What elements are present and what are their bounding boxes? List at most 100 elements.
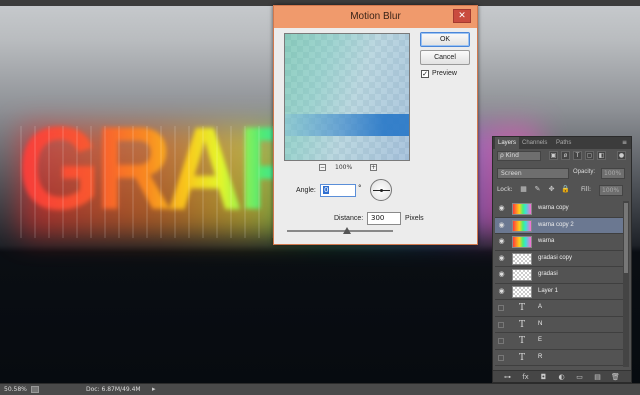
eye-icon[interactable]: ◉ — [497, 271, 506, 278]
link-layers-icon[interactable]: ⊶ — [503, 373, 512, 381]
text-layer-icon: T — [518, 319, 525, 330]
filter-type-icon[interactable]: T — [573, 151, 582, 160]
eye-icon[interactable]: ◉ — [497, 238, 506, 245]
zoom-value[interactable]: 50.58% — [4, 386, 27, 393]
degree-symbol: ° — [358, 184, 362, 192]
layers-scrollbar[interactable] — [623, 201, 629, 367]
layer-thumbnail — [512, 269, 532, 281]
layers-scrollbar-thumb[interactable] — [624, 203, 628, 273]
filter-shape-icon[interactable]: ▢ — [585, 151, 594, 160]
preview-image — [285, 34, 409, 160]
lock-position-icon[interactable]: ✥ — [547, 185, 556, 194]
tab-paths[interactable]: Paths — [553, 137, 574, 149]
layer-row[interactable]: ◉ warna copy 2 — [495, 217, 623, 234]
layer-row[interactable]: ◉ gradasi copy — [495, 251, 623, 267]
lock-transparency-icon[interactable]: ▦ — [519, 185, 528, 194]
layer-name: E — [538, 337, 543, 343]
visibility-off-box[interactable] — [498, 321, 504, 328]
zoom-in-button[interactable]: + — [370, 164, 377, 171]
dialog-titlebar[interactable]: Motion Blur ✕ — [274, 6, 477, 28]
layer-name: N — [538, 320, 543, 327]
motion-blur-dialog: Motion Blur ✕ − 100% + OK Cancel ✓ Previ… — [273, 5, 478, 245]
layers-panel: Layers Channels Paths ≡ ρ Kind ▣ ø T ▢ ◧… — [492, 136, 632, 383]
layer-thumbnail — [512, 236, 532, 248]
eye-icon[interactable]: ◉ — [497, 205, 506, 212]
text-layer-icon: T — [518, 336, 525, 346]
angle-value: 0 — [323, 186, 330, 194]
lock-pixels-icon[interactable]: ✎ — [533, 185, 542, 194]
layer-row[interactable]: TA — [495, 300, 623, 317]
panel-menu-icon[interactable]: ≡ — [622, 139, 627, 146]
layer-row[interactable]: ◉ warna — [495, 234, 623, 251]
layer-name: Layer 1 — [538, 287, 559, 294]
layers-footer: ⊶ fx ◘ ◐ ▭ ▤ 🗑 — [493, 370, 631, 382]
blend-mode-select[interactable]: Screen — [497, 168, 569, 179]
status-menu-arrow-icon[interactable]: ▸ — [152, 385, 156, 393]
visibility-off-box[interactable] — [498, 305, 504, 311]
cancel-button[interactable]: Cancel — [420, 50, 470, 65]
ok-button[interactable]: OK — [420, 32, 470, 47]
layer-name: warna — [538, 238, 555, 244]
preview-blue-band — [285, 114, 409, 136]
layer-list: ◉ warna copy ◉ warna copy 2 ◉ warna ◉ gradasi c… — [495, 201, 623, 367]
new-group-icon[interactable]: ▭ — [575, 373, 584, 381]
status-bar: 50.58% Doc: 6.87M/49.4M ▸ — [0, 383, 640, 395]
layer-name: warna copy 2 — [538, 221, 574, 228]
doc-size: Doc: 6.87M/49.4M — [86, 386, 141, 393]
distance-slider-track[interactable] — [287, 230, 393, 232]
add-mask-icon[interactable]: ◘ — [539, 373, 548, 381]
angle-dial[interactable] — [370, 179, 392, 201]
distance-input[interactable]: 300 — [367, 212, 401, 225]
filter-kind-select[interactable]: ρ Kind — [497, 151, 541, 161]
layer-name: R — [538, 353, 543, 360]
layer-row[interactable]: ◉ Layer 1 — [495, 284, 623, 300]
layer-filter-row: ρ Kind ▣ ø T ▢ ◧ ● — [495, 151, 631, 162]
distance-unit: Pixels — [405, 215, 424, 222]
layer-row[interactable]: ◉ warna copy — [495, 201, 623, 218]
layer-row[interactable]: TN — [495, 317, 623, 333]
distance-slider-thumb[interactable] — [343, 227, 351, 234]
layer-thumbnail — [512, 219, 532, 232]
panel-tabs: Layers Channels Paths ≡ — [493, 137, 631, 149]
filter-preview[interactable] — [284, 33, 410, 161]
zoom-level: 100% — [335, 164, 353, 171]
zoom-out-button[interactable]: − — [319, 164, 326, 171]
close-button[interactable]: ✕ — [453, 9, 471, 23]
lock-row: Lock: ▦ ✎ ✥ 🔒 Fill: 100% — [495, 185, 631, 197]
visibility-off-box[interactable] — [498, 338, 504, 344]
preview-label: Preview — [432, 70, 457, 77]
text-layer-icon: T — [518, 352, 525, 363]
status-info-icon[interactable] — [31, 386, 39, 393]
new-layer-icon[interactable]: ▤ — [593, 373, 602, 381]
lock-all-icon[interactable]: 🔒 — [561, 185, 570, 194]
preview-checkbox[interactable]: ✓ — [421, 70, 429, 78]
layer-thumbnail — [512, 203, 532, 215]
layer-style-icon[interactable]: fx — [521, 373, 530, 381]
layer-row[interactable]: TE — [495, 333, 623, 350]
layer-name: A — [538, 304, 543, 310]
eye-icon[interactable]: ◉ — [497, 221, 506, 229]
layer-row[interactable]: TR — [495, 350, 623, 366]
filter-pixel-icon[interactable]: ▣ — [549, 151, 558, 160]
delete-layer-icon[interactable]: 🗑 — [611, 373, 620, 381]
opacity-label: Opacity: — [573, 169, 596, 175]
filter-adjustment-icon[interactable]: ø — [561, 151, 570, 160]
adjustment-layer-icon[interactable]: ◐ — [557, 373, 566, 381]
dialog-title: Motion Blur — [350, 11, 401, 22]
layer-thumbnail — [512, 252, 532, 265]
opacity-input[interactable]: 100% — [601, 168, 625, 179]
tab-layers[interactable]: Layers — [495, 137, 520, 149]
eye-icon[interactable]: ◉ — [497, 287, 506, 295]
fill-label: Fill: — [581, 186, 592, 193]
lock-label: Lock: — [497, 186, 513, 193]
layer-row[interactable]: ◉ gradasi — [495, 267, 623, 284]
visibility-off-box[interactable] — [498, 354, 504, 361]
eye-icon[interactable]: ◉ — [497, 254, 506, 262]
angle-label: Angle: — [296, 187, 316, 194]
tab-channels[interactable]: Channels — [519, 137, 550, 149]
text-layer-icon: T — [518, 303, 525, 313]
angle-input[interactable]: 0 — [320, 184, 356, 197]
filter-toggle-icon[interactable]: ● — [617, 151, 626, 160]
fill-input[interactable]: 100% — [599, 185, 623, 196]
filter-smart-object-icon[interactable]: ◧ — [597, 151, 606, 160]
